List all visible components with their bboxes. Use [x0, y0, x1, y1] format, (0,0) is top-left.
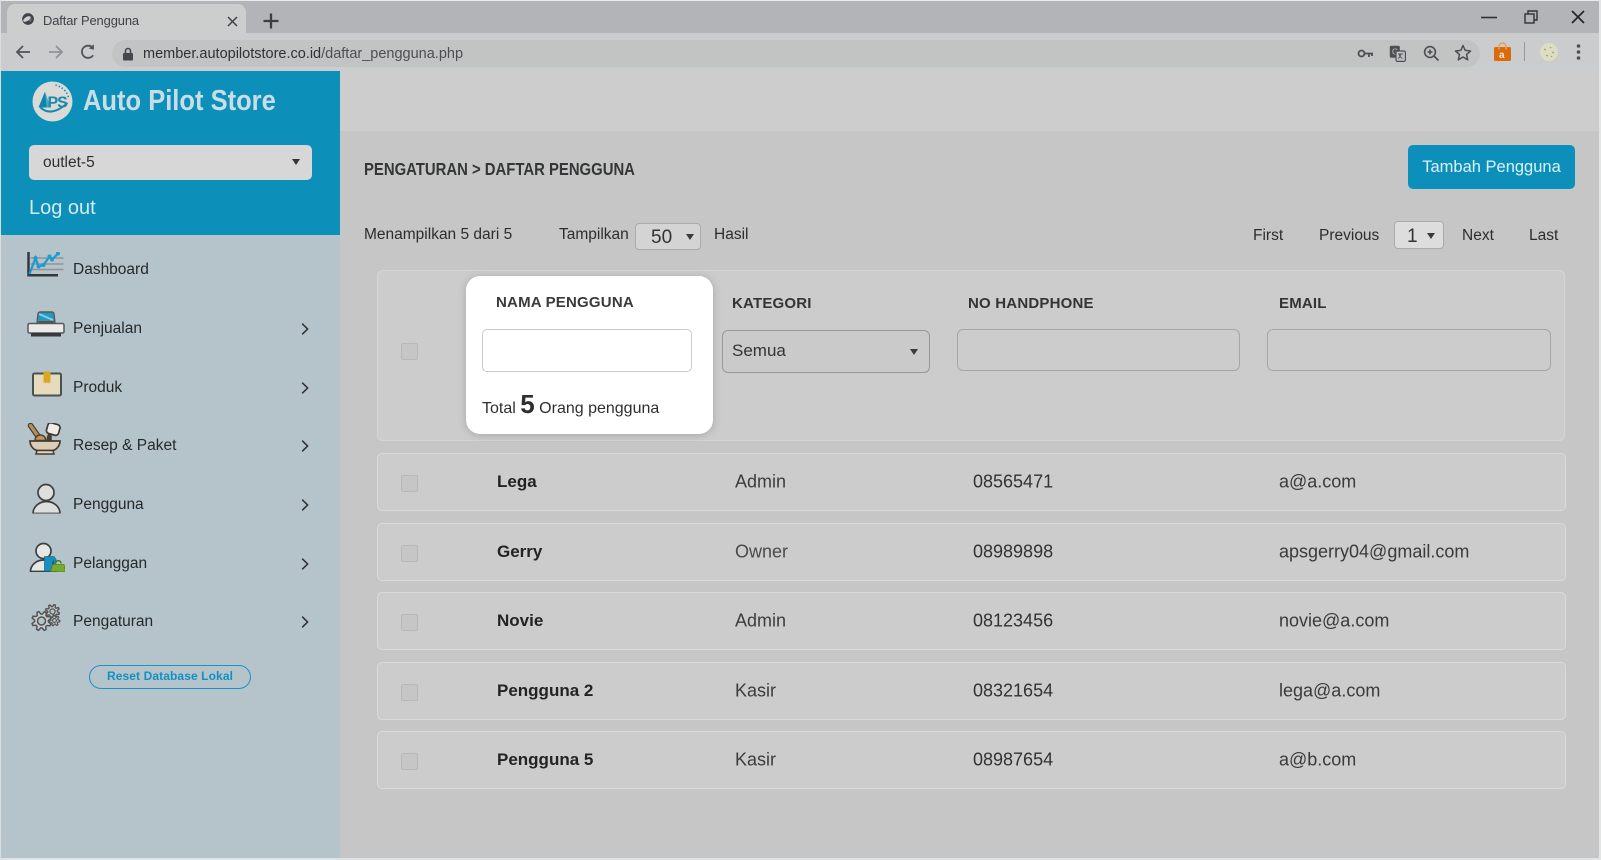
svg-text:a: a	[1499, 50, 1505, 61]
